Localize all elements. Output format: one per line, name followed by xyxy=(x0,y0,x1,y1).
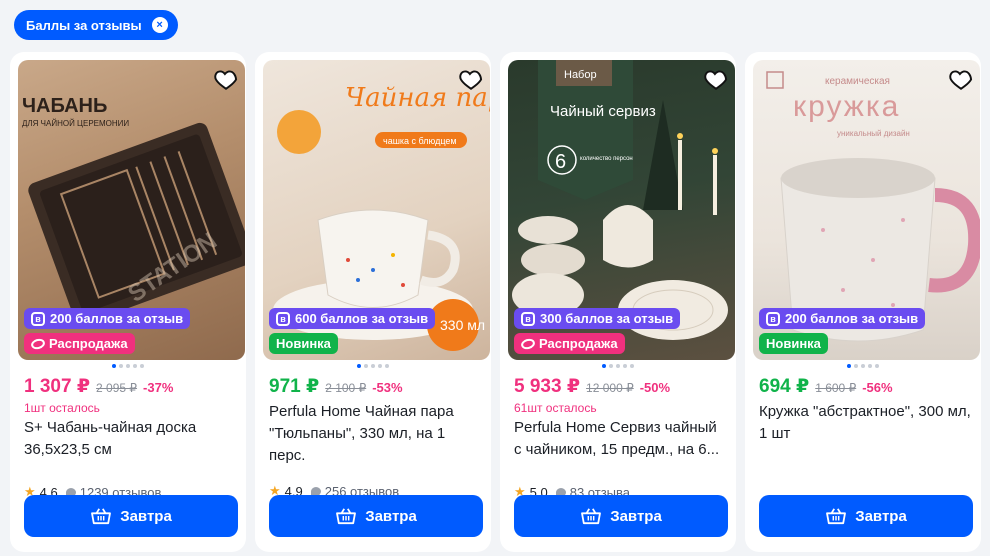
price: 694 ₽ xyxy=(759,376,810,397)
delivery-button[interactable]: Завтра xyxy=(269,495,483,537)
basket-icon xyxy=(581,508,602,525)
stock-remaining: 61шт осталось xyxy=(514,401,597,415)
image-pagination[interactable] xyxy=(263,364,483,369)
price: 971 ₽ xyxy=(269,376,320,397)
sale-icon xyxy=(519,336,537,351)
close-icon[interactable]: × xyxy=(151,17,168,33)
image-subcaption: уникальный дизайн xyxy=(837,129,910,138)
heart-icon[interactable] xyxy=(948,66,974,92)
heart-icon[interactable] xyxy=(703,66,729,92)
price: 1 307 ₽ xyxy=(24,376,91,397)
delivery-button[interactable]: Завтра xyxy=(514,495,728,537)
heart-icon[interactable] xyxy=(213,66,239,92)
image-pagination[interactable] xyxy=(508,364,728,369)
old-price: 2 100 ₽ xyxy=(325,381,367,395)
image-tag: керамическая xyxy=(825,76,890,87)
discount: -50% xyxy=(639,380,671,395)
old-price: 1 600 ₽ xyxy=(815,381,857,395)
image-subcaption: количество персон xyxy=(580,156,633,162)
product-image[interactable]: Чайная пара чашка с блюдцем 330 мл в600 … xyxy=(263,60,490,360)
points-icon: в xyxy=(766,311,780,326)
product-image[interactable]: Набор Чайный сервиз 6 количество персон … xyxy=(508,60,735,360)
image-caption: ЧАБАНЬ xyxy=(22,95,107,117)
new-badge: Новинка xyxy=(269,333,338,354)
product-card[interactable]: Набор Чайный сервиз 6 количество персон … xyxy=(500,52,736,552)
product-card[interactable]: ЧАБАНЬ ДЛЯ ЧАЙНОЙ ЦЕРЕМОНИИ STATION в 200… xyxy=(10,52,246,552)
review-points-badge: в 300 баллов за отзыв xyxy=(514,308,681,329)
filter-chip-label: Баллы за отзывы xyxy=(26,17,142,33)
points-icon: в xyxy=(521,311,535,326)
filter-chip-review-points[interactable]: Баллы за отзывы × xyxy=(14,10,178,40)
old-price: 12 000 ₽ xyxy=(586,381,634,395)
review-points-badge: в 600 баллов за отзыв xyxy=(269,308,436,329)
discount: -37% xyxy=(143,380,174,395)
discount: -53% xyxy=(372,380,403,395)
basket-icon xyxy=(336,508,357,525)
points-icon: в xyxy=(276,311,290,326)
review-points-badge: в 200 баллов за отзыв xyxy=(759,308,926,329)
discount: -56% xyxy=(862,380,893,395)
points-icon: в xyxy=(31,311,45,326)
image-number: 6 xyxy=(555,151,566,173)
product-title[interactable]: Perfula Home Чайная пара "Тюльпаны", 330… xyxy=(263,401,483,482)
sale-badge: Распродажа xyxy=(24,333,135,354)
product-title[interactable]: S+ Чабань-чайная доска 36,5х23,5 см xyxy=(18,417,238,483)
product-card[interactable]: Чайная пара чашка с блюдцем 330 мл в600 … xyxy=(255,52,491,552)
product-image[interactable]: ЧАБАНЬ ДЛЯ ЧАЙНОЙ ЦЕРЕМОНИИ STATION в 200… xyxy=(18,60,245,360)
product-title[interactable]: Кружка "абстрактное", 300 мл, 1 шт xyxy=(753,401,973,467)
product-card[interactable]: керамическая кружка уникальный дизайн в2… xyxy=(745,52,981,552)
stock-remaining: 1шт осталось xyxy=(24,401,100,415)
delivery-button[interactable]: Завтра xyxy=(759,495,973,537)
delivery-button[interactable]: Завтра xyxy=(24,495,238,537)
sale-icon xyxy=(29,336,47,351)
new-badge: Новинка xyxy=(759,333,828,354)
sale-badge: Распродажа xyxy=(514,333,625,354)
product-image[interactable]: керамическая кружка уникальный дизайн в2… xyxy=(753,60,980,360)
heart-icon[interactable] xyxy=(458,66,484,92)
image-pagination[interactable] xyxy=(753,364,973,369)
product-title[interactable]: Perfula Home Сервиз чайный с чайником, 1… xyxy=(508,417,728,483)
price: 5 933 ₽ xyxy=(514,376,581,397)
old-price: 2 095 ₽ xyxy=(96,381,138,395)
image-subcaption: ДЛЯ ЧАЙНОЙ ЦЕРЕМОНИИ xyxy=(22,119,129,128)
image-volume: 330 мл xyxy=(440,317,485,333)
image-pagination[interactable] xyxy=(18,364,238,369)
product-grid: ЧАБАНЬ ДЛЯ ЧАЙНОЙ ЦЕРЕМОНИИ STATION в 200… xyxy=(10,52,981,556)
image-subcaption: чашка с блюдцем xyxy=(383,136,457,146)
basket-icon xyxy=(826,508,847,525)
image-caption: кружка xyxy=(793,90,900,123)
image-tag: Набор xyxy=(564,69,597,81)
review-points-badge: в 200 баллов за отзыв xyxy=(24,308,191,329)
image-caption: Чайный сервиз xyxy=(550,103,656,120)
basket-icon xyxy=(91,508,112,525)
